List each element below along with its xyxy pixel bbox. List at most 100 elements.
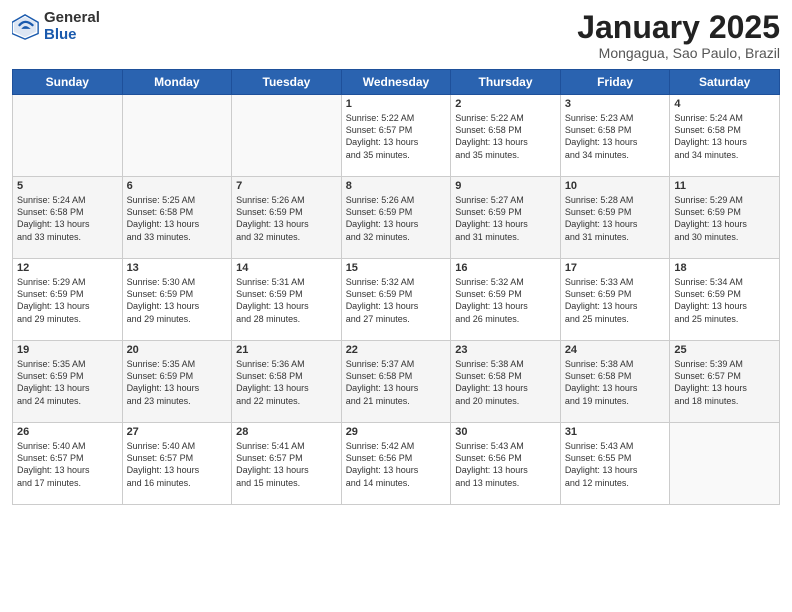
day-info: Sunrise: 5:32 AM Sunset: 6:59 PM Dayligh… (346, 276, 447, 325)
day-number: 25 (674, 344, 775, 356)
day-info: Sunrise: 5:39 AM Sunset: 6:57 PM Dayligh… (674, 358, 775, 407)
col-sunday: Sunday (13, 70, 123, 95)
logo-text: General Blue (44, 10, 100, 43)
table-row: 4Sunrise: 5:24 AM Sunset: 6:58 PM Daylig… (670, 95, 780, 177)
day-info: Sunrise: 5:38 AM Sunset: 6:58 PM Dayligh… (455, 358, 556, 407)
day-info: Sunrise: 5:38 AM Sunset: 6:58 PM Dayligh… (565, 358, 666, 407)
table-row: 2Sunrise: 5:22 AM Sunset: 6:58 PM Daylig… (451, 95, 561, 177)
day-number: 22 (346, 344, 447, 356)
table-row (122, 95, 232, 177)
table-row: 11 Sunrise: 5:29 AM Sunset: 6:59 PM Dayli… (670, 177, 780, 259)
day-number: 11 (674, 180, 775, 192)
day-info: Sunrise: 5:31 AM Sunset: 6:59 PM Dayligh… (236, 276, 337, 325)
calendar-week-row: 12Sunrise: 5:29 AM Sunset: 6:59 PM Dayli… (13, 259, 780, 341)
day-info: Sunrise: 5:43 AM Sunset: 6:56 PM Dayligh… (455, 440, 556, 489)
col-tuesday: Tuesday (232, 70, 342, 95)
day-number: 10 (565, 180, 666, 192)
table-row: 21 Sunrise: 5:36 AM Sunset: 6:58 PM Dayli… (232, 341, 342, 423)
calendar-week-row: 1 Sunrise: 5:22 AM Sunset: 6:57 PM Daylig… (13, 95, 780, 177)
day-info: Sunrise: 5:36 AM Sunset: 6:58 PM Dayligh… (236, 358, 337, 407)
day-number: 21 (236, 344, 337, 356)
calendar-week-row: 5 Sunrise: 5:24 AM Sunset: 6:58 PM Daylig… (13, 177, 780, 259)
day-info: Sunrise: 5:41 AM Sunset: 6:57 PM Dayligh… (236, 440, 337, 489)
table-row: 22Sunrise: 5:37 AM Sunset: 6:58 PM Dayli… (341, 341, 451, 423)
day-number: 6 (127, 180, 228, 192)
day-number: 1 (346, 98, 447, 110)
day-number: 13 (127, 262, 228, 274)
table-row: 16 Sunrise: 5:32 AM Sunset: 6:59 PM Dayli… (451, 259, 561, 341)
table-row: 19 Sunrise: 5:35 AM Sunset: 6:59 PM Dayli… (13, 341, 123, 423)
day-info: Sunrise: 5:24 AM Sunset: 6:58 PM Dayligh… (17, 194, 118, 243)
col-monday: Monday (122, 70, 232, 95)
calendar-week-row: 26 Sunrise: 5:40 AM Sunset: 6:57 PM Dayli… (13, 423, 780, 505)
day-info: Sunrise: 5:25 AM Sunset: 6:58 PM Dayligh… (127, 194, 228, 243)
day-number: 5 (17, 180, 118, 192)
table-row: 12Sunrise: 5:29 AM Sunset: 6:59 PM Dayli… (13, 259, 123, 341)
day-number: 3 (565, 98, 666, 110)
day-info: Sunrise: 5:40 AM Sunset: 6:57 PM Dayligh… (127, 440, 228, 489)
table-row (670, 423, 780, 505)
day-info: Sunrise: 5:33 AM Sunset: 6:59 PM Dayligh… (565, 276, 666, 325)
table-row (232, 95, 342, 177)
day-number: 23 (455, 344, 556, 356)
table-row: 9Sunrise: 5:27 AM Sunset: 6:59 PM Daylig… (451, 177, 561, 259)
day-number: 19 (17, 344, 118, 356)
day-number: 15 (346, 262, 447, 274)
day-info: Sunrise: 5:30 AM Sunset: 6:59 PM Dayligh… (127, 276, 228, 325)
table-row: 18Sunrise: 5:34 AM Sunset: 6:59 PM Dayli… (670, 259, 780, 341)
table-row: 24 Sunrise: 5:38 AM Sunset: 6:58 PM Dayli… (560, 341, 670, 423)
day-number: 20 (127, 344, 228, 356)
page-container: General Blue January 2025 Mongagua, Sao … (0, 0, 792, 513)
day-number: 17 (565, 262, 666, 274)
table-row: 30 Sunrise: 5:43 AM Sunset: 6:56 PM Dayli… (451, 423, 561, 505)
day-info: Sunrise: 5:42 AM Sunset: 6:56 PM Dayligh… (346, 440, 447, 489)
day-info: Sunrise: 5:22 AM Sunset: 6:57 PM Dayligh… (346, 112, 447, 161)
header: General Blue January 2025 Mongagua, Sao … (12, 10, 780, 61)
day-info: Sunrise: 5:29 AM Sunset: 6:59 PM Dayligh… (674, 194, 775, 243)
day-number: 9 (455, 180, 556, 192)
col-wednesday: Wednesday (341, 70, 451, 95)
col-saturday: Saturday (670, 70, 780, 95)
day-number: 16 (455, 262, 556, 274)
table-row: 7Sunrise: 5:26 AM Sunset: 6:59 PM Daylig… (232, 177, 342, 259)
table-row: 10 Sunrise: 5:28 AM Sunset: 6:59 PM Dayli… (560, 177, 670, 259)
table-row: 23 Sunrise: 5:38 AM Sunset: 6:58 PM Dayli… (451, 341, 561, 423)
table-row: 25 Sunrise: 5:39 AM Sunset: 6:57 PM Dayli… (670, 341, 780, 423)
table-row: 3 Sunrise: 5:23 AM Sunset: 6:58 PM Daylig… (560, 95, 670, 177)
logo-icon (12, 13, 40, 41)
day-info: Sunrise: 5:26 AM Sunset: 6:59 PM Dayligh… (346, 194, 447, 243)
day-info: Sunrise: 5:26 AM Sunset: 6:59 PM Dayligh… (236, 194, 337, 243)
table-row: 27 Sunrise: 5:40 AM Sunset: 6:57 PM Dayli… (122, 423, 232, 505)
day-number: 8 (346, 180, 447, 192)
day-number: 30 (455, 426, 556, 438)
table-row: 31Sunrise: 5:43 AM Sunset: 6:55 PM Dayli… (560, 423, 670, 505)
title-block: January 2025 Mongagua, Sao Paulo, Brazil (577, 10, 780, 61)
logo-general-text: General (44, 10, 100, 27)
table-row: 28Sunrise: 5:41 AM Sunset: 6:57 PM Dayli… (232, 423, 342, 505)
table-row: 29 Sunrise: 5:42 AM Sunset: 6:56 PM Dayli… (341, 423, 451, 505)
day-info: Sunrise: 5:35 AM Sunset: 6:59 PM Dayligh… (17, 358, 118, 407)
table-row: 8 Sunrise: 5:26 AM Sunset: 6:59 PM Daylig… (341, 177, 451, 259)
day-number: 29 (346, 426, 447, 438)
day-info: Sunrise: 5:29 AM Sunset: 6:59 PM Dayligh… (17, 276, 118, 325)
table-row: 13 Sunrise: 5:30 AM Sunset: 6:59 PM Dayli… (122, 259, 232, 341)
table-row: 17 Sunrise: 5:33 AM Sunset: 6:59 PM Dayli… (560, 259, 670, 341)
day-number: 24 (565, 344, 666, 356)
day-number: 14 (236, 262, 337, 274)
day-number: 26 (17, 426, 118, 438)
logo: General Blue (12, 10, 100, 43)
day-info: Sunrise: 5:32 AM Sunset: 6:59 PM Dayligh… (455, 276, 556, 325)
table-row: 26Sunrise: 5:40 AM Sunset: 6:57 PM Dayli… (13, 423, 123, 505)
calendar-header-row: Sunday Monday Tuesday Wednesday Thursday… (13, 70, 780, 95)
table-row: 6 Sunrise: 5:25 AM Sunset: 6:58 PM Daylig… (122, 177, 232, 259)
day-info: Sunrise: 5:22 AM Sunset: 6:58 PM Dayligh… (455, 112, 556, 161)
table-row: 20Sunrise: 5:35 AM Sunset: 6:59 PM Dayli… (122, 341, 232, 423)
day-number: 27 (127, 426, 228, 438)
day-number: 4 (674, 98, 775, 110)
day-number: 18 (674, 262, 775, 274)
day-info: Sunrise: 5:23 AM Sunset: 6:58 PM Dayligh… (565, 112, 666, 161)
calendar-week-row: 19 Sunrise: 5:35 AM Sunset: 6:59 PM Dayli… (13, 341, 780, 423)
col-friday: Friday (560, 70, 670, 95)
day-info: Sunrise: 5:28 AM Sunset: 6:59 PM Dayligh… (565, 194, 666, 243)
day-info: Sunrise: 5:43 AM Sunset: 6:55 PM Dayligh… (565, 440, 666, 489)
